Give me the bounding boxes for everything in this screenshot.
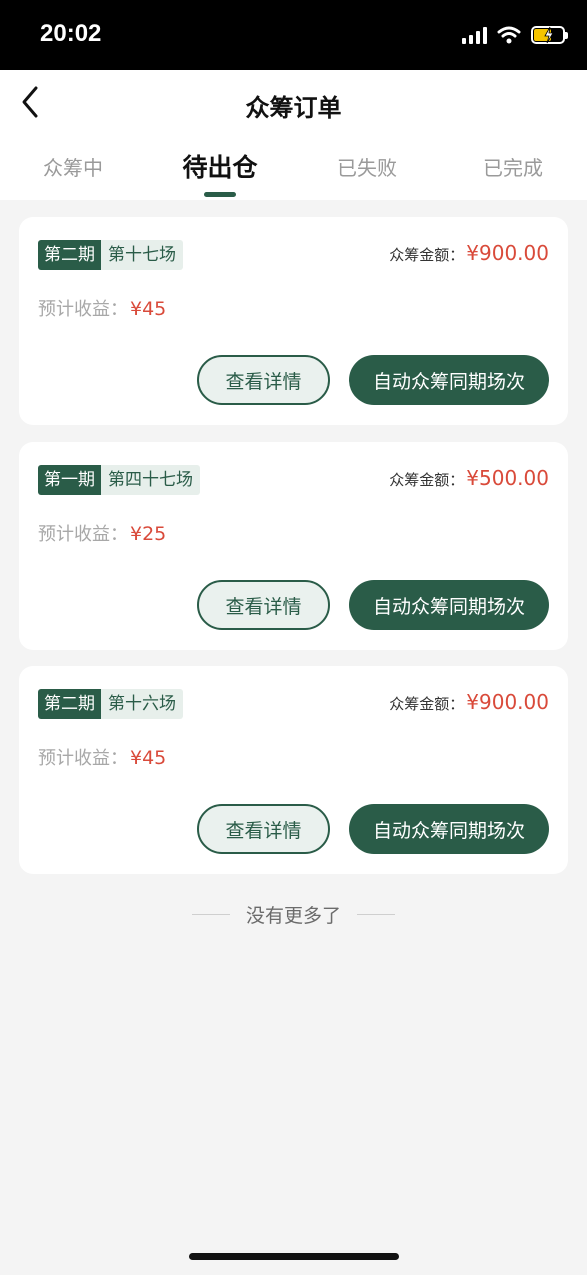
divider xyxy=(357,913,395,915)
expected-income: 预计收益： ¥25 xyxy=(38,520,166,546)
amount-label: 众筹金额： xyxy=(389,695,465,713)
tab-bar: 众筹中 待出仓 已失败 已完成 xyxy=(0,152,587,200)
tab-failed[interactable]: 已失败 xyxy=(297,152,437,181)
auto-crowdfund-button[interactable]: 自动众筹同期场次 xyxy=(349,355,549,405)
period-tag: 第二期 第十七场 xyxy=(38,240,183,270)
income-value: ¥45 xyxy=(130,747,167,769)
amount-label: 众筹金额： xyxy=(389,471,465,489)
auto-crowdfund-button[interactable]: 自动众筹同期场次 xyxy=(349,580,549,630)
amount-label: 众筹金额： xyxy=(389,246,465,264)
view-details-button[interactable]: 查看详情 xyxy=(197,804,330,854)
period-label: 第二期 xyxy=(38,689,101,719)
amount-value: ¥900.00 xyxy=(466,241,549,265)
signal-icon xyxy=(462,26,487,44)
period-label: 第一期 xyxy=(38,465,101,495)
session-label: 第十六场 xyxy=(101,689,183,719)
amount: 众筹金额： ¥900.00 xyxy=(389,241,549,265)
income-label: 预计收益： xyxy=(38,299,128,320)
order-card: 第二期 第十六场 众筹金额： ¥900.00 预计收益： ¥45 查看详情 自动… xyxy=(19,666,568,874)
session-label: 第四十七场 xyxy=(101,465,200,495)
end-of-list: 没有更多了 xyxy=(0,898,587,930)
status-icons xyxy=(462,24,568,46)
income-label: 预计收益： xyxy=(38,524,128,545)
end-of-list-text: 没有更多了 xyxy=(245,904,341,927)
income-label: 预计收益： xyxy=(38,748,128,769)
expected-income: 预计收益： ¥45 xyxy=(38,744,166,770)
amount: 众筹金额： ¥500.00 xyxy=(389,466,549,490)
period-tag: 第一期 第四十七场 xyxy=(38,465,200,495)
session-label: 第十七场 xyxy=(101,240,183,270)
nav-bar: 众筹订单 众筹中 待出仓 已失败 已完成 xyxy=(0,70,587,200)
order-card: 第一期 第四十七场 众筹金额： ¥500.00 预计收益： ¥25 查看详情 自… xyxy=(19,442,568,650)
status-bar: 20:02 xyxy=(0,0,587,70)
tab-crowdfunding[interactable]: 众筹中 xyxy=(3,152,143,181)
income-value: ¥25 xyxy=(130,523,167,545)
battery-icon xyxy=(531,26,568,44)
tab-indicator xyxy=(204,192,236,197)
tab-completed[interactable]: 已完成 xyxy=(443,152,583,181)
view-details-button[interactable]: 查看详情 xyxy=(197,580,330,630)
order-card: 第二期 第十七场 众筹金额： ¥900.00 预计收益： ¥45 查看详情 自动… xyxy=(19,217,568,425)
auto-crowdfund-button[interactable]: 自动众筹同期场次 xyxy=(349,804,549,854)
home-indicator xyxy=(189,1253,399,1260)
period-tag: 第二期 第十六场 xyxy=(38,689,183,719)
income-value: ¥45 xyxy=(130,298,167,320)
divider xyxy=(191,913,230,915)
period-label: 第二期 xyxy=(38,240,101,270)
view-details-button[interactable]: 查看详情 xyxy=(197,355,330,405)
page-title: 众筹订单 xyxy=(245,94,342,122)
amount-value: ¥500.00 xyxy=(466,466,549,490)
expected-income: 预计收益： ¥45 xyxy=(38,295,166,321)
tab-pending-shipment[interactable]: 待出仓 xyxy=(150,148,290,184)
wifi-icon xyxy=(497,26,521,44)
amount: 众筹金额： ¥900.00 xyxy=(389,690,549,714)
amount-value: ¥900.00 xyxy=(466,690,549,714)
status-time: 20:02 xyxy=(40,20,102,47)
